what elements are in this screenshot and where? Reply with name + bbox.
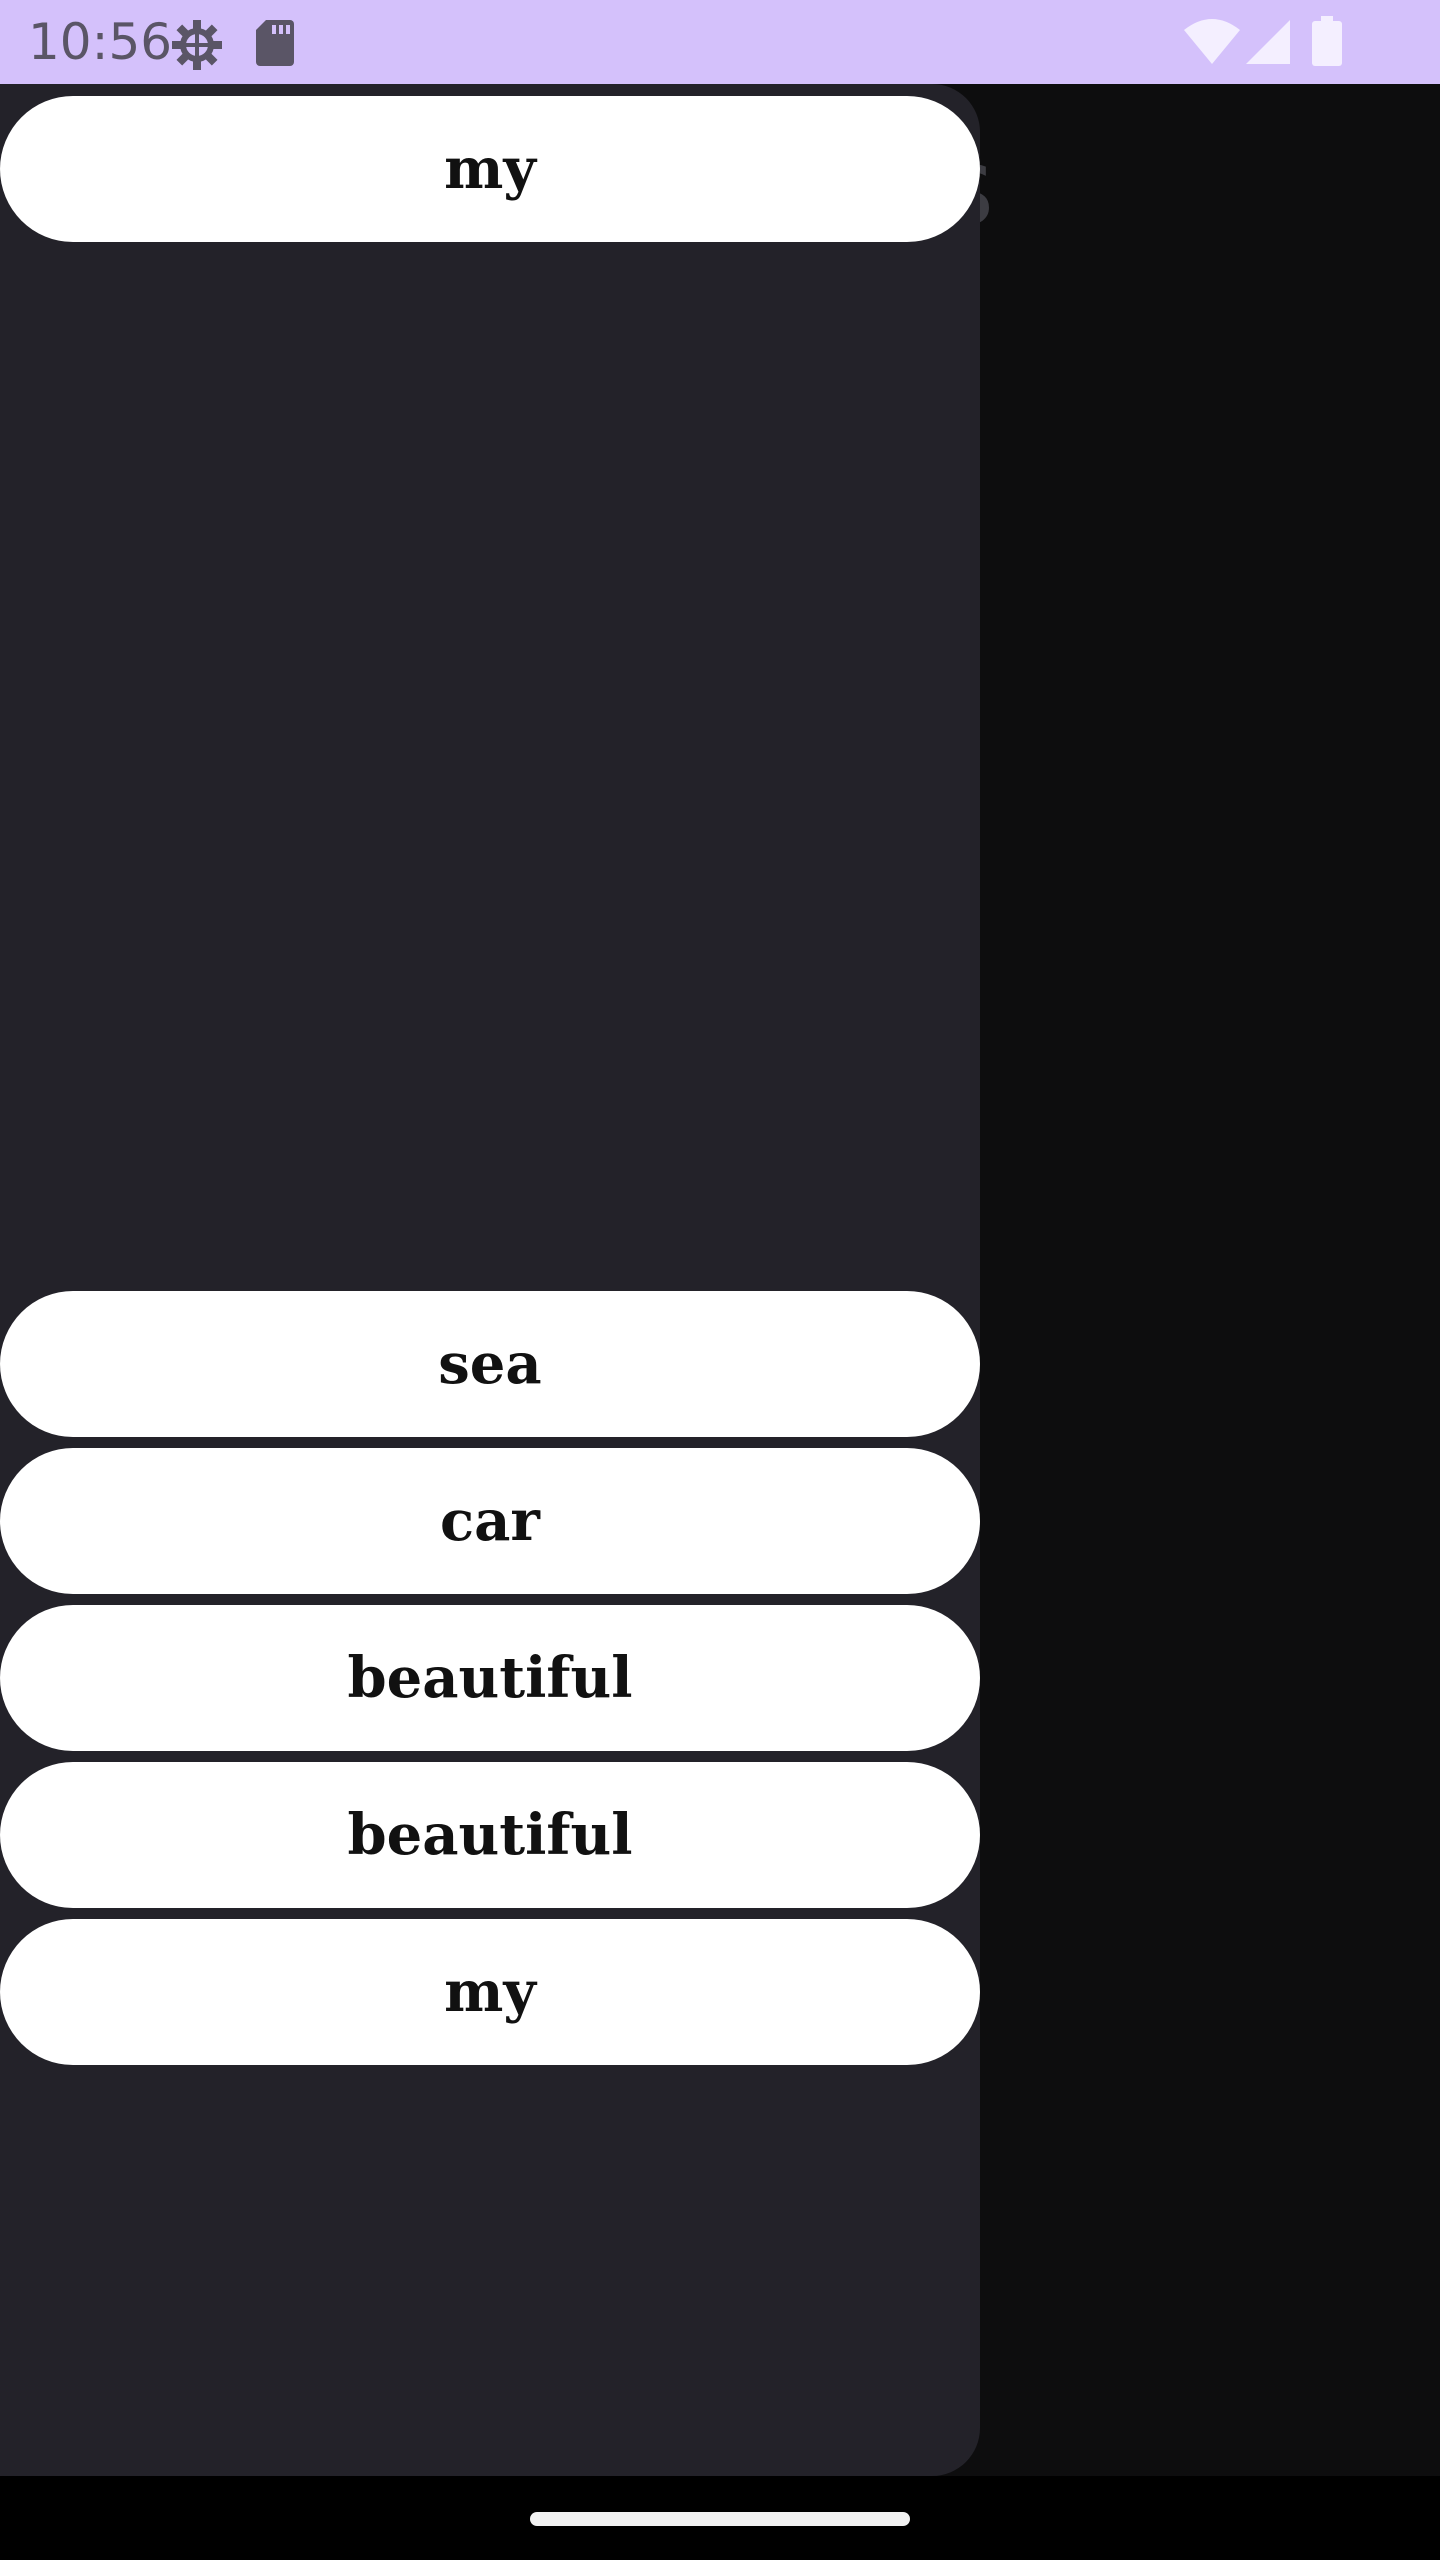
wifi-icon <box>1184 18 1240 68</box>
home-gesture-handle[interactable] <box>530 2512 910 2526</box>
word-button-label: my <box>444 136 536 202</box>
word-button-label: beautiful <box>347 1645 633 1711</box>
word-button-2[interactable]: sea <box>0 1291 980 1437</box>
word-button-label: sea <box>438 1331 542 1397</box>
word-button-label: my <box>444 1959 536 2025</box>
sd-card-icon <box>256 20 294 70</box>
word-button-1[interactable]: my <box>0 96 980 242</box>
word-button-6[interactable]: my <box>0 1919 980 2065</box>
status-time: 10:56 <box>28 13 173 71</box>
navigation-drawer <box>0 84 980 2476</box>
word-button-5[interactable]: beautiful <box>0 1762 980 1908</box>
settings-gear-icon <box>170 18 224 76</box>
status-bar: 10:56 <box>0 0 1440 84</box>
word-button-label: car <box>440 1488 540 1554</box>
word-button-3[interactable]: car <box>0 1448 980 1594</box>
cellular-signal-icon <box>1246 20 1290 68</box>
word-button-4[interactable]: beautiful <box>0 1605 980 1751</box>
word-button-label: beautiful <box>347 1802 633 1868</box>
battery-icon <box>1312 16 1342 70</box>
